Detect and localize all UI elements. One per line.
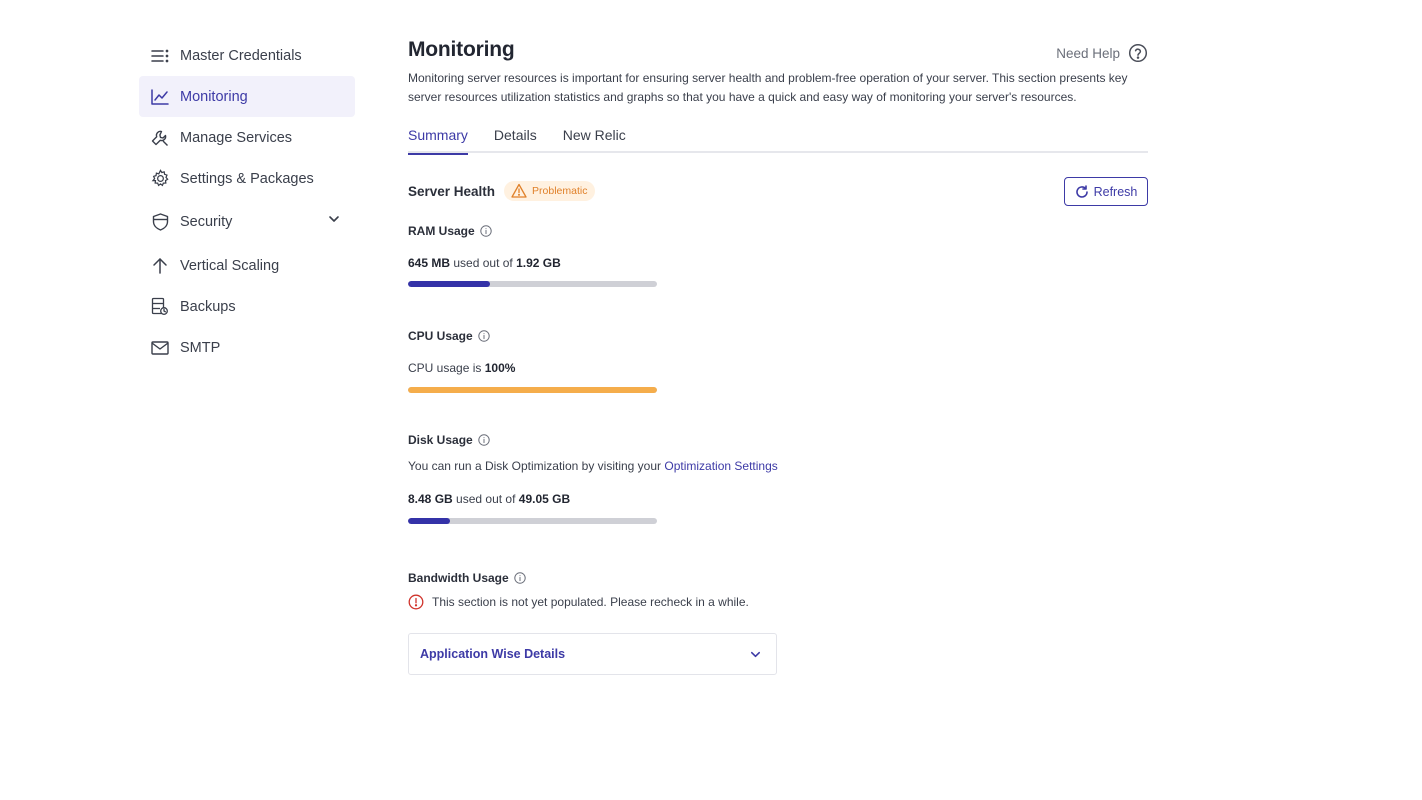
wrench-icon [150, 128, 170, 148]
info-icon[interactable] [513, 572, 526, 584]
tab-new-relic[interactable]: New Relic [563, 127, 626, 153]
page-title: Monitoring [408, 38, 515, 61]
sidebar-item-smtp[interactable]: SMTP [139, 327, 355, 368]
ram-usage-title: RAM Usage [408, 224, 475, 238]
sidebar-item-label: Settings & Packages [180, 170, 314, 187]
sidebar-item-monitoring[interactable]: Monitoring [139, 76, 355, 117]
main-content: Monitoring Need Help Monitoring server r… [408, 38, 1148, 675]
disk-usage-section: Disk Usage You can run a Disk Optimizati… [408, 433, 1148, 524]
disk-usage-title: Disk Usage [408, 433, 473, 447]
refresh-icon [1075, 184, 1089, 199]
application-wise-details-accordion[interactable]: Application Wise Details [408, 633, 777, 675]
sidebar-item-settings-packages[interactable]: Settings & Packages [139, 158, 355, 199]
sidebar-item-vertical-scaling[interactable]: Vertical Scaling [139, 245, 355, 286]
cpu-usage-label: CPU Usage [408, 329, 1148, 343]
backup-icon [150, 297, 170, 317]
sidebar-item-backups[interactable]: Backups [139, 286, 355, 327]
tab-bar: Summary Details New Relic [408, 127, 1148, 155]
arrow-up-icon [150, 256, 170, 276]
disk-used-value: 8.48 GB [408, 492, 453, 506]
bandwidth-usage-title: Bandwidth Usage [408, 571, 509, 585]
info-icon[interactable] [479, 225, 492, 237]
ram-used-middle: used out of [453, 256, 513, 270]
disk-total-value: 49.05 GB [518, 492, 571, 506]
tab-summary[interactable]: Summary [408, 127, 468, 155]
help-circle-icon [1128, 43, 1148, 63]
optimization-settings-link[interactable]: Optimization Settings [664, 459, 777, 473]
warning-icon [511, 183, 527, 199]
ram-usage-text: 645 MB used out of 1.92 GB [408, 256, 1148, 270]
ram-usage-fill [408, 281, 491, 287]
sidebar-item-label: Monitoring [180, 88, 248, 105]
cpu-usage-fill [408, 387, 657, 393]
server-health-title: Server Health [408, 183, 496, 199]
disk-used-middle: used out of [456, 492, 516, 506]
disk-usage-text: 8.48 GB used out of 49.05 GB [408, 492, 1148, 506]
need-help-label: Need Help [1056, 45, 1120, 61]
chart-line-icon [150, 87, 170, 107]
cpu-usage-section: CPU Usage CPU usage is 100% [408, 329, 1148, 393]
refresh-button[interactable]: Refresh [1064, 177, 1148, 206]
accordion-label: Application Wise Details [420, 647, 566, 661]
error-circle-icon [408, 594, 424, 610]
disk-usage-label: Disk Usage [408, 433, 1148, 447]
sidebar-item-label: Manage Services [180, 129, 293, 146]
sidebar-item-label: Backups [180, 298, 236, 315]
sidebar-item-label: Master Credentials [180, 47, 302, 64]
sidebar-item-manage-services[interactable]: Manage Services [139, 117, 355, 158]
disk-usage-fill [408, 518, 451, 524]
bandwidth-alert: This section is not yet populated. Pleas… [408, 594, 1148, 610]
info-icon[interactable] [477, 330, 490, 342]
sidebar: Master Credentials Monitoring Manage Ser… [139, 35, 355, 368]
cpu-usage-prefix: CPU usage is [408, 361, 482, 375]
info-icon[interactable] [478, 434, 490, 446]
status-badge: Problematic [504, 181, 595, 201]
ram-used-value: 645 MB [408, 256, 451, 270]
status-badge-label: Problematic [532, 185, 588, 197]
page-description: Monitoring server resources is important… [408, 71, 1128, 104]
need-help-link[interactable]: Need Help [1056, 43, 1148, 63]
chevron-down-icon[interactable] [327, 212, 341, 226]
tab-details[interactable]: Details [494, 127, 537, 153]
ram-usage-label: RAM Usage [408, 224, 1148, 238]
ram-usage-bar [408, 281, 657, 287]
bandwidth-usage-section: Bandwidth Usage This section is not yet … [408, 571, 1148, 610]
gear-icon [150, 169, 170, 189]
bandwidth-alert-text: This section is not yet populated. Pleas… [432, 595, 749, 609]
disk-note-text: You can run a Disk Optimization by visit… [408, 459, 662, 473]
ram-total-value: 1.92 GB [516, 256, 561, 270]
disk-optimization-note: You can run a Disk Optimization by visit… [408, 459, 1148, 473]
cpu-usage-title: CPU Usage [408, 329, 473, 343]
sidebar-item-label: SMTP [180, 339, 221, 356]
shield-icon [150, 212, 170, 232]
disk-usage-bar [408, 518, 657, 524]
bandwidth-usage-label: Bandwidth Usage [408, 571, 1148, 585]
chevron-down-icon [749, 648, 762, 661]
refresh-button-label: Refresh [1093, 184, 1138, 199]
sidebar-item-label: Security [180, 214, 233, 230]
list-icon [150, 46, 170, 66]
sidebar-item-label: Vertical Scaling [180, 257, 280, 274]
sidebar-item-security[interactable]: Security [139, 199, 355, 245]
mail-icon [150, 338, 170, 358]
sidebar-item-master-credentials[interactable]: Master Credentials [139, 35, 355, 76]
cpu-usage-text: CPU usage is 100% [408, 361, 1148, 375]
cpu-usage-bar [408, 387, 657, 393]
server-health-header: Server Health Problematic Refresh [408, 177, 1148, 206]
cpu-usage-value: 100% [484, 361, 516, 375]
ram-usage-section: RAM Usage 645 MB used out of 1.92 GB [408, 224, 1148, 287]
